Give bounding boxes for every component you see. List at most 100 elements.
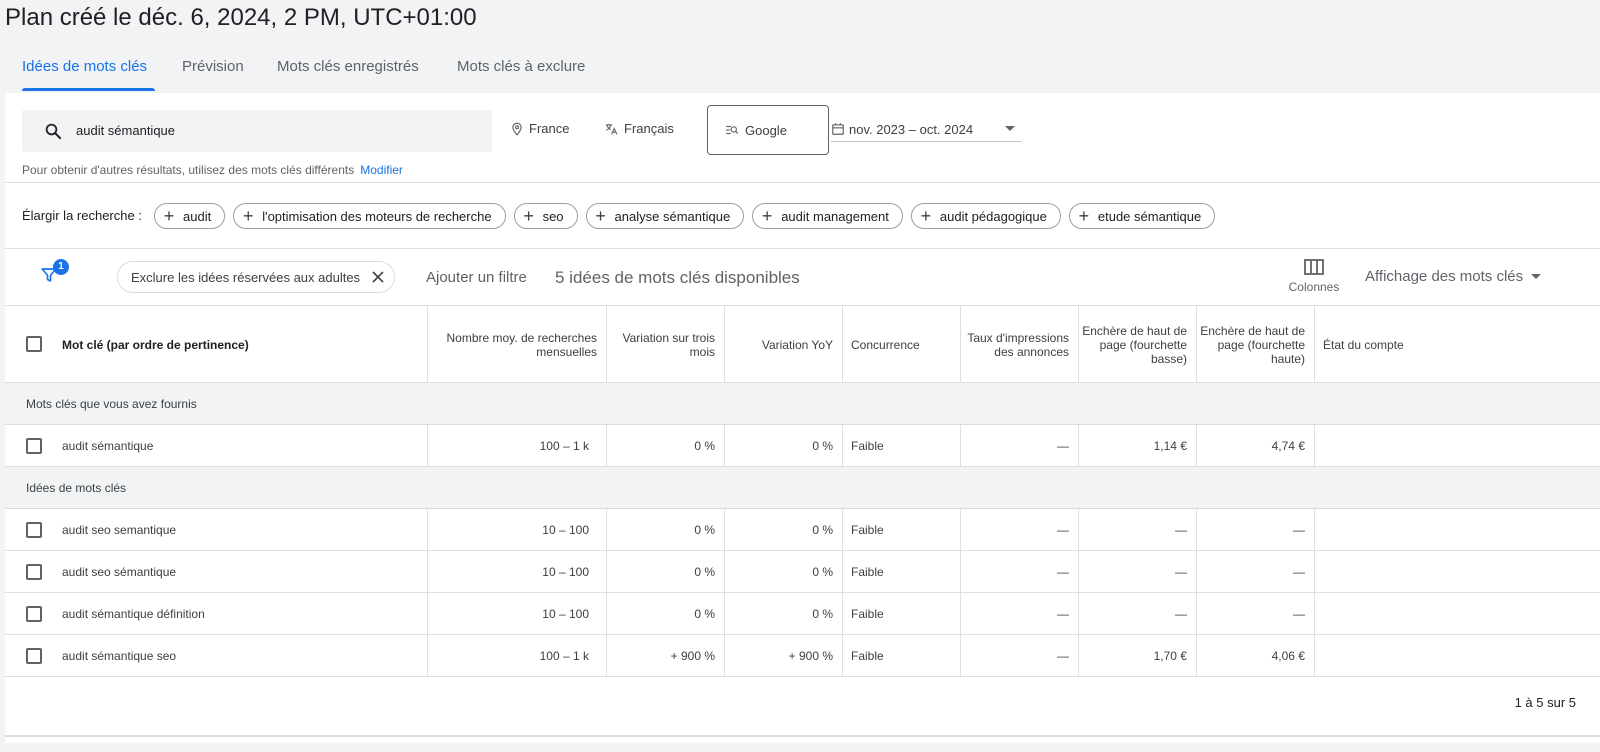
close-icon[interactable] [372,271,384,283]
location-selector[interactable]: France [510,121,569,136]
view-label: Affichage des mots clés [1365,268,1524,285]
section-provided-keywords: Mots clés que vous avez fournis [5,383,1600,425]
chip-label: audit pédagogique [939,208,1047,224]
active-filter-chip[interactable]: Exclure les idées réservées aux adultes [117,261,396,293]
plus-icon: + [595,206,606,226]
row-checkbox[interactable] [26,522,42,538]
cell-yoy: + 900 % [788,649,833,663]
header-competition[interactable]: Concurrence [842,306,960,383]
table-row[interactable]: audit sémantique définition 10 – 100 0 %… [5,593,1600,635]
cell-avg-searches: 10 – 100 [542,565,589,579]
tab-bar: Idées de mots clés Prévision Mots clés e… [5,48,1600,92]
chip-label: seo [542,208,564,224]
header-keyword[interactable]: Mot clé (par ordre de pertinence) [53,306,427,383]
cell-yoy: 0 % [812,523,833,537]
column-divider [1314,425,1315,467]
broaden-chip[interactable]: + audit pédagogique [910,203,1061,229]
table-row[interactable]: audit sémantique 100 – 1 k 0 % 0 % Faibl… [5,425,1600,467]
active-tab-indicator [22,88,155,91]
chevron-down-icon [1005,126,1015,131]
cell-impression-share: — [1057,523,1069,537]
broaden-chip[interactable]: + seo [513,203,578,229]
cell-bid-low: — [1175,565,1187,579]
row-checkbox[interactable] [26,438,42,454]
add-filter-button[interactable]: Ajouter un filtre [426,269,527,286]
row-checkbox[interactable] [26,564,42,580]
header-bid-high[interactable]: Enchère de haut de page (fourchette haut… [1196,306,1314,383]
cell-bid-high: — [1293,565,1305,579]
broaden-chip[interactable]: + l'optimisation des moteurs de recherche [233,203,506,229]
column-divider [724,425,725,467]
chevron-down-icon [1531,274,1542,279]
cell-bid-low: — [1175,523,1187,537]
column-divider [724,509,725,677]
column-divider [842,425,843,467]
cell-impression-share: — [1057,649,1069,663]
keyword-search-input[interactable]: audit sémantique [22,110,492,152]
header-avg-searches[interactable]: Nombre moy. de recherches mensuelles [427,306,606,383]
modify-link[interactable]: Modifier [360,163,403,177]
cell-keyword: audit seo semantique [62,523,177,537]
chip-label: analyse sémantique [614,208,731,224]
language-selector[interactable]: Français [603,121,674,136]
cell-keyword: audit seo sémantique [62,565,177,579]
chip-label: audit management [781,208,889,224]
tab-negative-keywords[interactable]: Mots clés à exclure [457,58,585,75]
panel-bottom-border [5,735,1600,737]
tab-saved-keywords[interactable]: Mots clés enregistrés [277,58,419,75]
cell-three-month: 0 % [694,607,715,621]
column-divider [427,509,428,677]
pagination-status: 1 à 5 sur 5 [1514,695,1576,710]
keyword-table: Mot clé (par ordre de pertinence) Nombre… [5,306,1600,677]
column-divider [960,306,961,383]
date-range-label: nov. 2023 – oct. 2024 [849,121,974,137]
column-divider [1078,306,1079,383]
search-value: audit sémantique [76,123,176,138]
header-yoy-change[interactable]: Variation YoY [724,306,842,383]
plus-icon: + [242,206,254,226]
header-three-month-change[interactable]: Variation sur trois mois [606,306,724,383]
cell-bid-high: 4,74 € [1271,439,1305,453]
row-checkbox[interactable] [26,648,42,664]
filter-count-badge: 1 [53,259,69,275]
columns-button[interactable]: Colonnes [1286,259,1342,294]
table-row[interactable]: audit sémantique seo 100 – 1 k + 900 % +… [5,635,1600,677]
cell-bid-low: 1,14 € [1153,439,1187,453]
column-divider [960,425,961,467]
broaden-chips: + audit + l'optimisation des moteurs de re… [154,203,1216,229]
cell-bid-high: — [1293,607,1305,621]
cell-avg-searches: 10 – 100 [542,523,589,537]
table-row[interactable]: audit seo sémantique 10 – 100 0 % 0 % Fa… [5,551,1600,593]
cell-bid-low: 1,70 € [1153,649,1187,663]
active-filter-label: Exclure les idées réservées aux adultes [131,269,361,285]
column-divider [427,306,428,383]
tab-keyword-ideas[interactable]: Idées de mots clés [22,58,147,75]
table-row[interactable]: audit seo semantique 10 – 100 0 % 0 % Fa… [5,509,1600,551]
broaden-chip[interactable]: + etude sémantique [1068,203,1216,229]
broaden-chip[interactable]: + analyse sémantique [585,203,745,229]
chip-label: l'optimisation des moteurs de recherche [262,208,492,224]
search-network-icon [726,125,739,135]
broaden-chip[interactable]: + audit management [752,203,903,229]
broaden-chip[interactable]: + audit [154,203,226,229]
cell-competition: Faible [851,439,884,453]
results-hint: Pour obtenir d'autres résultats, utilise… [22,163,403,177]
cell-avg-searches: 100 – 1 k [539,439,589,453]
calendar-icon [832,123,844,135]
hint-text: Pour obtenir d'autres résultats, utilise… [22,163,355,177]
plus-icon: + [163,206,175,226]
keyword-planner-page: Plan créé le déc. 6, 2024, 2 PM, UTC+01:… [0,0,1600,752]
cell-yoy: 0 % [812,565,833,579]
network-selector[interactable]: Google [707,105,829,155]
header-bid-low[interactable]: Enchère de haut de page (fourchette bass… [1078,306,1196,383]
date-range-selector[interactable]: nov. 2023 – oct. 2024 [831,117,1021,142]
column-divider [606,425,607,467]
tab-forecast[interactable]: Prévision [182,58,244,75]
header-impression-share[interactable]: Taux d'impressions des annonces [960,306,1078,383]
plan-title: Plan créé le déc. 6, 2024, 2 PM, UTC+01:… [5,4,477,31]
keyword-view-selector[interactable]: Affichage des mots clés [1365,268,1542,285]
row-checkbox[interactable] [26,606,42,622]
cell-three-month: 0 % [694,565,715,579]
header-account-status[interactable]: État du compte [1314,306,1600,383]
select-all-checkbox[interactable] [26,336,42,352]
